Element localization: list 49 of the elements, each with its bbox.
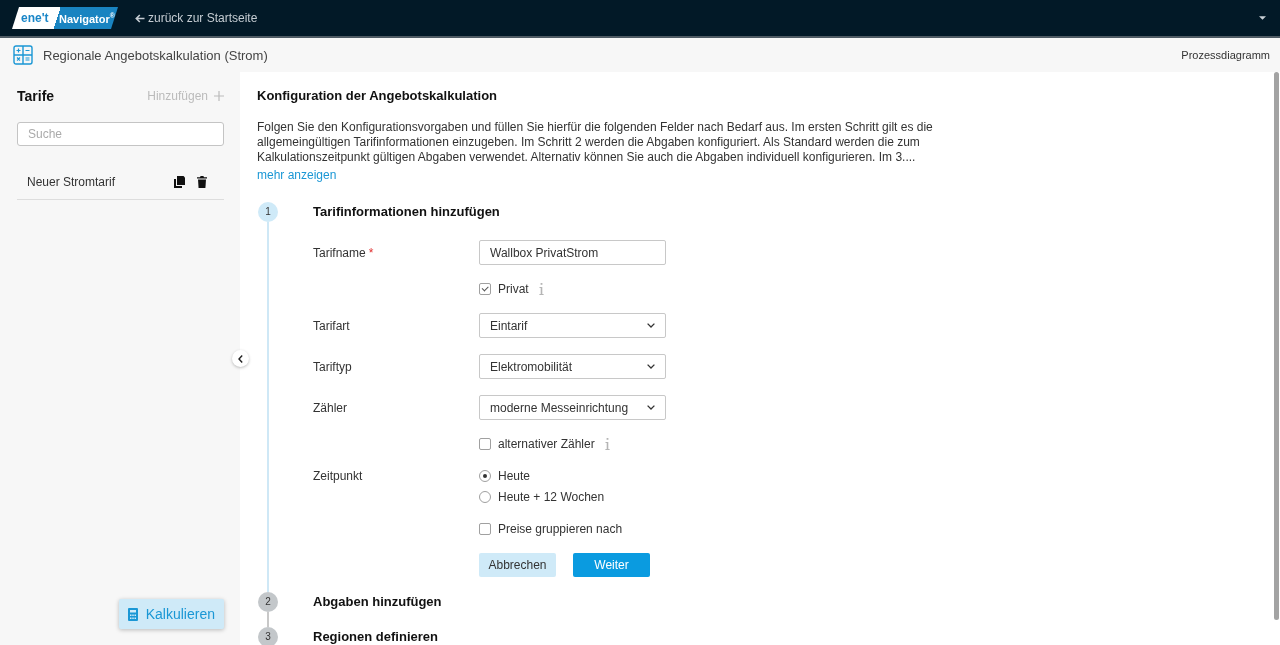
radio-button[interactable]	[479, 470, 491, 482]
checkbox[interactable]	[479, 523, 491, 535]
checkbox-label: alternativer Zähler	[498, 437, 595, 451]
plus-icon	[214, 91, 224, 101]
field-label: Tarifname	[313, 244, 366, 261]
step-title[interactable]: Abgaben hinzufügen	[313, 592, 442, 612]
collapse-button[interactable]	[232, 350, 249, 367]
radio-label: Heute	[498, 469, 531, 483]
step-number: 1	[258, 202, 278, 222]
field-label: Tarifart	[313, 317, 350, 334]
field-label: Tariftyp	[313, 358, 352, 375]
radio-label: Heute + 12 Wochen	[498, 490, 605, 504]
back-link[interactable]: zurück zur Startseite	[135, 11, 258, 25]
chevron-down-icon	[647, 323, 655, 328]
sidebar-title: Tarife	[17, 88, 55, 104]
chevron-left-icon	[238, 354, 243, 363]
caret-icon[interactable]	[1259, 16, 1266, 20]
dropdown[interactable]: Eintarif	[479, 313, 666, 338]
checkbox-label: Preise gruppieren nach	[498, 522, 623, 536]
intro-paragraph: Folgen Sie den Konfigurationsvorgaben und füllen Sie hierfür die folgenden Felder nach Bedarf aus. Im ersten Schritt gilt es die allgemeingültigen Tarifinformationen einzugeben. Im Schritt 2 werden die Abgaben konfiguriert. Als Standard werden die zum Kalkulationszeitpunkt gültigen Abgaben verwendet. Alternativ können Sie auch die Abgaben individuell konfigurieren. Im 3....	[257, 120, 934, 165]
dropdown[interactable]: Elektromobilität	[479, 354, 666, 379]
calculator-icon	[13, 45, 33, 65]
search-field[interactable]: Suche	[17, 122, 224, 146]
checkbox-label: Privat	[498, 282, 529, 296]
arrow-left-icon	[135, 13, 145, 23]
calculator-icon	[127, 607, 138, 621]
step-title[interactable]: Tarifinformationen hinzufügen	[313, 202, 666, 222]
text-field[interactable]: Wallbox PrivatStrom	[479, 240, 666, 265]
trash-icon[interactable]	[197, 175, 207, 188]
field-label: Zähler	[313, 399, 347, 416]
dropdown[interactable]: moderne Messeinrichtung	[479, 395, 666, 420]
radio-button[interactable]	[479, 491, 491, 503]
required-mark: *	[368, 244, 374, 261]
secondary-button[interactable]: Abbrechen	[479, 553, 556, 577]
page-title: Regionale Angebotskalkulation (Strom)	[43, 47, 268, 63]
copy-icon[interactable]	[174, 175, 185, 188]
checkbox[interactable]	[479, 438, 491, 450]
field-label: Zeitpunkt	[313, 468, 363, 484]
step-title[interactable]: Regionen definieren	[313, 627, 438, 645]
step-number: 2	[258, 592, 278, 612]
scrollbar-thumb[interactable]	[1274, 72, 1279, 620]
checkbox[interactable]	[479, 283, 491, 295]
process-diagram-link[interactable]: Prozessdiagramm	[1181, 49, 1270, 61]
logo[interactable]: ene't Navigator$^{®}$	[12, 7, 118, 29]
tariff-list-item[interactable]: Neuer Stromtarif	[27, 174, 174, 189]
chevron-down-icon	[647, 405, 655, 410]
chevron-down-icon	[647, 364, 655, 369]
step-number: 3	[258, 627, 278, 645]
section-title: Konfiguration der Angebotskalkulation	[257, 87, 499, 105]
